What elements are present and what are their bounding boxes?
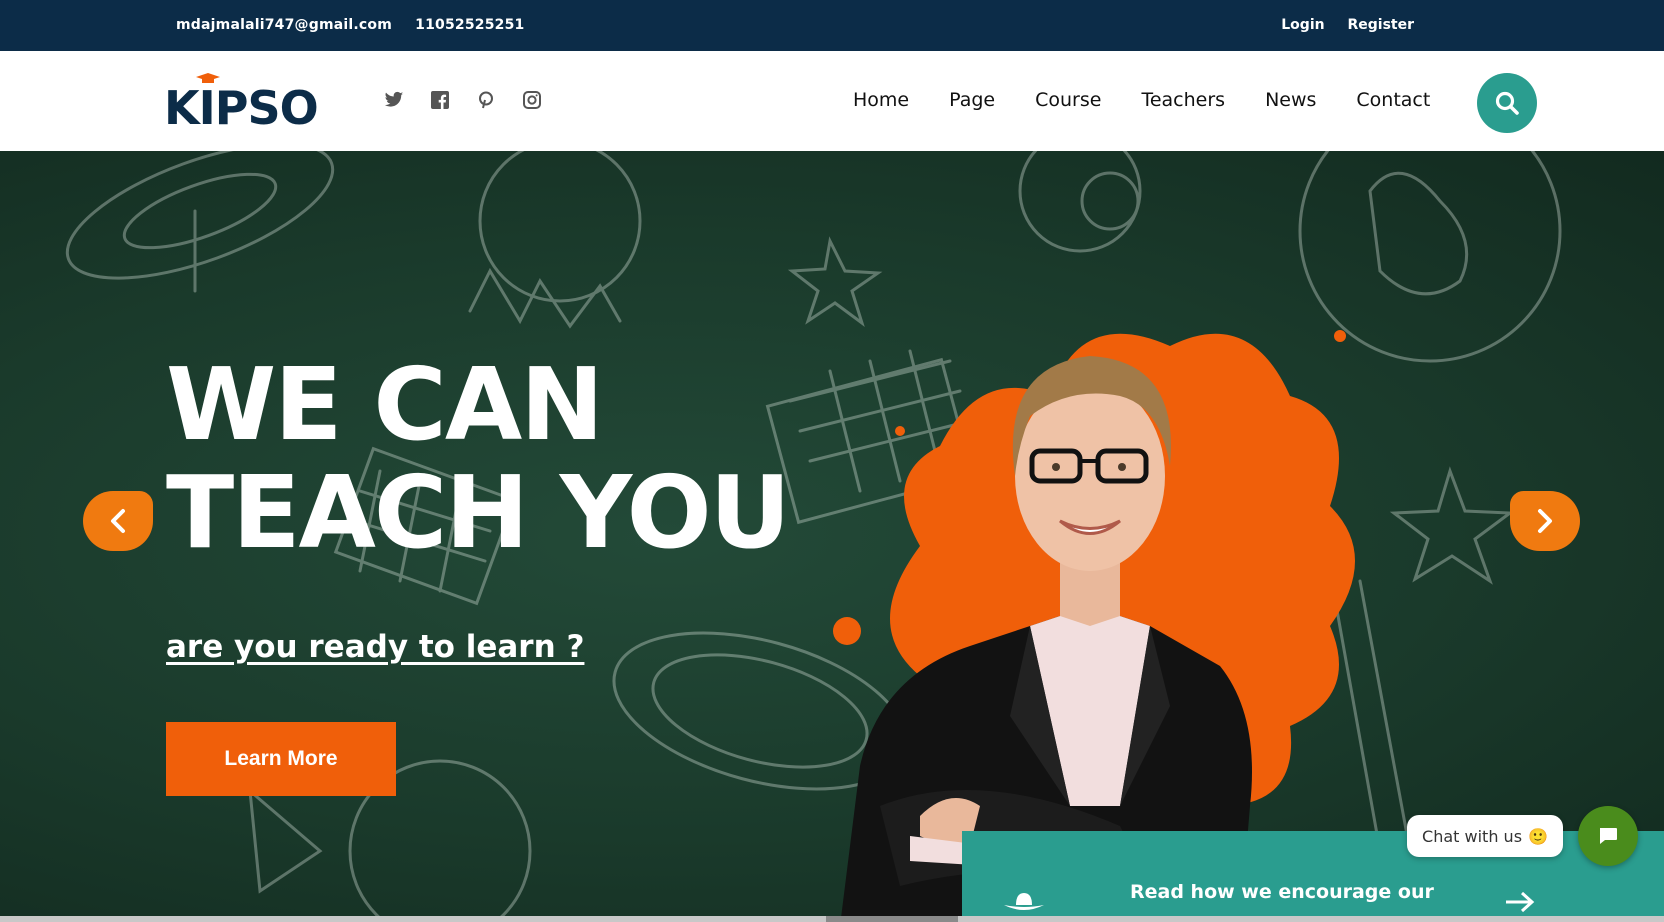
- nav-course[interactable]: Course: [1035, 89, 1101, 111]
- hero-title: WE CAN TEACH YOU: [166, 346, 791, 571]
- contact-info: mdajmalali747@gmail.com 11052525251: [176, 17, 542, 33]
- scrollbar-thumb[interactable]: [826, 916, 958, 922]
- top-bar: mdajmalali747@gmail.com 11052525251 Logi…: [0, 0, 1664, 51]
- pinterest-icon[interactable]: [476, 90, 496, 110]
- hero-slider: WE CAN TEACH YOU are you ready to learn …: [0, 151, 1664, 922]
- chat-launcher-button[interactable]: [1578, 806, 1638, 866]
- smile-emoji-icon: 🙂: [1528, 826, 1548, 846]
- site-logo[interactable]: KIPSO: [164, 71, 324, 135]
- hero-title-line-1: WE CAN: [166, 346, 604, 463]
- chevron-right-icon: [1538, 509, 1552, 533]
- main-nav: Home Page Course Teachers News Contact: [853, 89, 1470, 111]
- social-links: [384, 90, 542, 110]
- cowboy-hat-icon: [1004, 893, 1044, 910]
- auth-links: Login Register: [1263, 17, 1414, 33]
- phone-text[interactable]: 11052525251: [415, 17, 524, 33]
- chat-label: Chat with us: [1422, 826, 1523, 846]
- facebook-icon[interactable]: [430, 90, 450, 110]
- hero-title-line-2: TEACH YOU: [166, 454, 791, 571]
- hero-subtitle[interactable]: are you ready to learn ?: [166, 629, 584, 665]
- search-icon: [1495, 91, 1519, 115]
- twitter-icon[interactable]: [384, 90, 404, 110]
- nav-teachers[interactable]: Teachers: [1141, 89, 1225, 111]
- search-button[interactable]: [1477, 73, 1537, 133]
- nav-home[interactable]: Home: [853, 89, 909, 111]
- email-text[interactable]: mdajmalali747@gmail.com: [176, 17, 392, 33]
- register-link[interactable]: Register: [1347, 17, 1414, 33]
- nav-contact[interactable]: Contact: [1356, 89, 1430, 111]
- info-card-text: Read how we encourage our: [1130, 881, 1434, 903]
- slider-prev-button[interactable]: [83, 491, 153, 551]
- slider-next-button[interactable]: [1510, 491, 1580, 551]
- learn-more-button[interactable]: Learn More: [166, 722, 396, 796]
- site-header: KIPSO Home Page Course Teachers News Con…: [0, 51, 1664, 151]
- chevron-left-icon: [111, 509, 125, 533]
- chat-prompt-bubble[interactable]: Chat with us 🙂: [1407, 815, 1563, 857]
- chat-icon: [1600, 828, 1617, 844]
- nav-news[interactable]: News: [1265, 89, 1316, 111]
- horizontal-scrollbar[interactable]: [0, 916, 1664, 922]
- login-link[interactable]: Login: [1281, 17, 1324, 33]
- nav-page[interactable]: Page: [949, 89, 995, 111]
- teacher-image: [833, 330, 1355, 922]
- logo-text: KIPSO: [164, 81, 319, 135]
- instagram-icon[interactable]: [522, 90, 542, 110]
- arrow-right-icon: [1506, 891, 1535, 913]
